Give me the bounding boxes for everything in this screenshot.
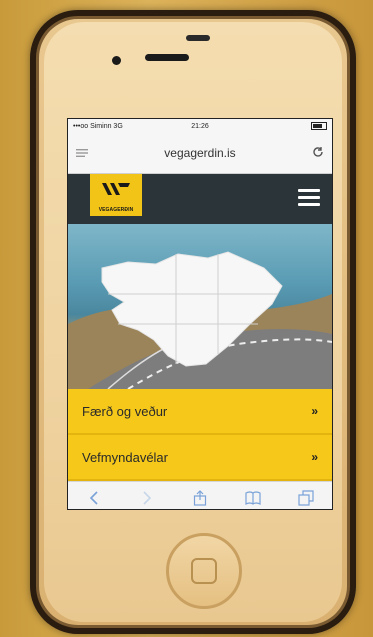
home-square-icon <box>191 558 217 584</box>
earpiece-slot <box>186 35 210 41</box>
url-text[interactable]: vegagerdin.is <box>90 146 310 160</box>
nav-item-fard-og-vedur[interactable]: Færð og veður » <box>68 389 332 435</box>
status-time: 21:26 <box>191 122 209 130</box>
back-icon[interactable] <box>84 488 104 508</box>
browser-toolbar <box>68 481 332 509</box>
iceland-map-road-photo <box>68 251 332 389</box>
hero-image <box>68 224 332 389</box>
front-camera <box>112 56 121 65</box>
site-logo[interactable]: VEGAGERÐIN <box>90 174 142 216</box>
site-header: VEGAGERÐIN <box>68 174 332 224</box>
nav-item-label: Færð og veður <box>82 403 168 419</box>
share-icon[interactable] <box>190 488 210 508</box>
hamburger-icon[interactable] <box>298 189 320 207</box>
chevron-double-right-icon: » <box>311 450 318 464</box>
bookmarks-icon[interactable] <box>243 488 263 508</box>
nav-item-label: Vefmyndavélar <box>82 449 168 465</box>
nav-item-vefmyndavelar[interactable]: Vefmyndavélar » <box>68 435 332 481</box>
reload-icon[interactable] <box>310 146 324 161</box>
address-bar[interactable]: vegagerdin.is <box>68 133 332 174</box>
home-button[interactable] <box>166 533 242 609</box>
status-bar: •••oo Siminn 3G 21:26 <box>68 119 332 133</box>
forward-icon[interactable] <box>137 488 157 508</box>
speaker-grille <box>145 54 189 61</box>
chevron-double-right-icon: » <box>311 404 318 418</box>
browser-screen: •••oo Siminn 3G 21:26 vegagerdin.is VEGA… <box>67 118 333 510</box>
tabs-icon[interactable] <box>296 488 316 508</box>
reader-icon[interactable] <box>76 146 90 161</box>
battery-icon <box>311 122 327 130</box>
logo-text: VEGAGERÐIN <box>98 207 134 213</box>
logo-mark-icon <box>102 183 130 195</box>
